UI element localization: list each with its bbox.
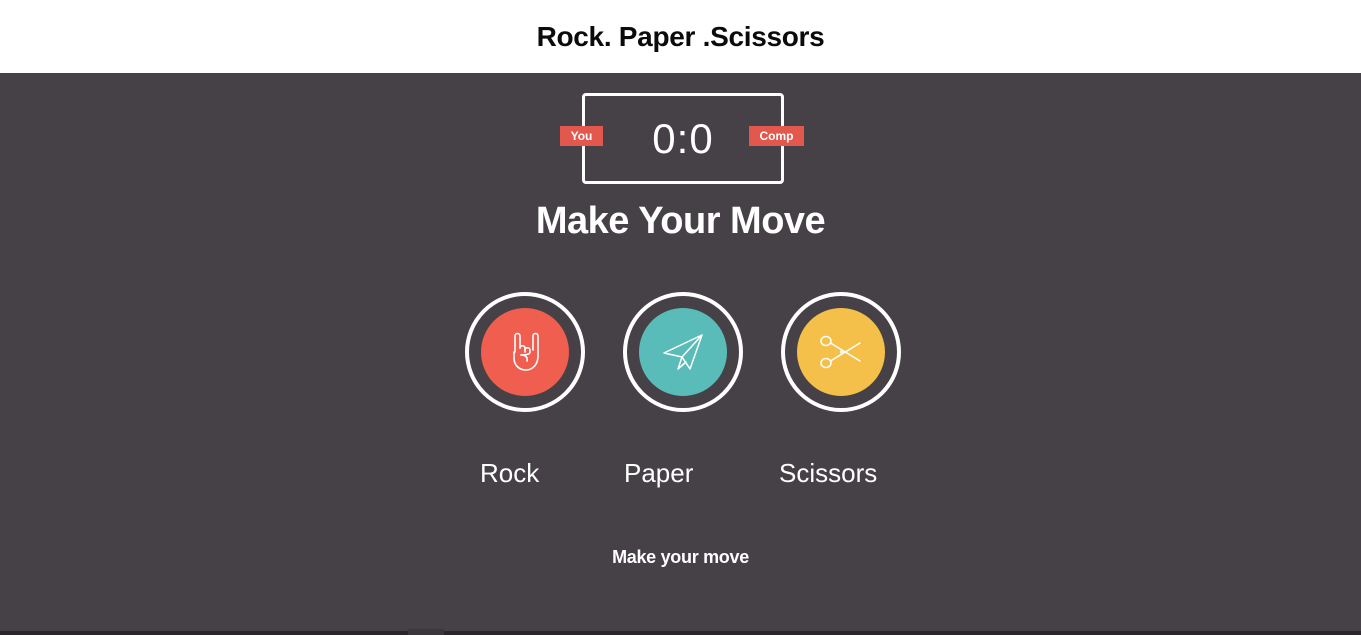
paper-fill [639,308,727,396]
comp-badge: Comp [749,126,804,146]
rock-hand-icon [513,332,539,371]
result-message: Make your move [612,547,749,567]
page-heading: Make Your Move [535,200,826,242]
app-title: Rock. Paper .Scissors [536,20,825,52]
comp-score: 0 [689,114,714,162]
bottom-notch [408,629,444,635]
rock-fill [481,308,569,396]
paper-button[interactable] [623,292,743,412]
scissors-fill [797,308,885,396]
score-display: 0:0 [652,115,713,163]
scissors-label[interactable]: Scissors [779,458,877,489]
rock-label[interactable]: Rock [480,458,539,489]
scissors-icon [820,335,861,369]
scissors-button[interactable] [781,292,901,412]
score-separator: : [676,114,690,162]
header: Rock. Paper .Scissors [0,0,1361,73]
user-score: 0 [652,114,677,162]
bottom-bar [0,631,1361,635]
user-badge: You [560,126,603,146]
paper-plane-icon [663,334,703,370]
paper-label[interactable]: Paper [624,458,693,489]
rock-button[interactable] [465,292,585,412]
